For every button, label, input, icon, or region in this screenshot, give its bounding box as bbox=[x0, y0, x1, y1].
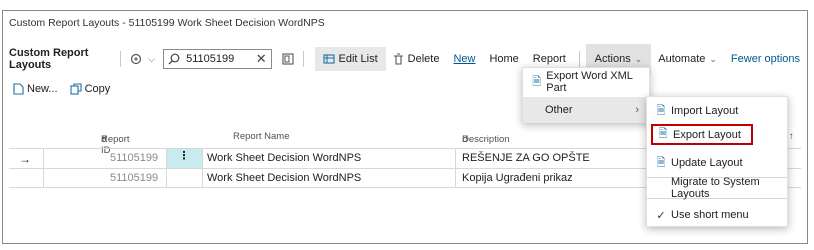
use-short-menu-item[interactable]: ✓ Use short menu bbox=[655, 207, 749, 223]
import-layout-menu-item[interactable]: 🗎 Import Layout bbox=[655, 103, 739, 119]
search-input[interactable]: 51105199 ✕ bbox=[163, 49, 272, 69]
report-name-cell: Work Sheet Decision WordNPS bbox=[207, 172, 362, 184]
chevron-down-icon: ⌄ bbox=[709, 53, 717, 64]
other-submenu: 🗎 Import Layout 🗎 Export Layout 🗎 Update… bbox=[646, 96, 788, 227]
new-document-icon bbox=[13, 83, 24, 95]
actions-label: Actions bbox=[594, 53, 631, 65]
copy-button[interactable]: Copy bbox=[70, 83, 111, 95]
separator bbox=[578, 51, 580, 67]
divider bbox=[455, 148, 456, 188]
action-bar: Custom Report Layouts ⌵ 51105199 ✕ Edit … bbox=[3, 44, 807, 74]
migrate-label: Migrate to System Layouts bbox=[671, 176, 760, 200]
report-id-cell: 51105199 bbox=[110, 172, 159, 184]
clear-search-icon[interactable]: ✕ bbox=[256, 51, 267, 67]
chevron-right-icon: › bbox=[635, 104, 639, 116]
delete-button[interactable]: Delete bbox=[386, 47, 447, 71]
search-value: 51105199 bbox=[186, 53, 235, 65]
trash-icon bbox=[393, 53, 403, 65]
actions-menu: 🗎 Export Word XML Part Other › bbox=[522, 67, 650, 123]
other-label: Other bbox=[545, 104, 573, 116]
separator bbox=[302, 51, 304, 67]
copy-label: Copy bbox=[84, 83, 111, 95]
update-document-icon: 🗎 bbox=[656, 156, 666, 169]
search-icon bbox=[168, 53, 180, 65]
migrate-to-system-layouts-menu-item[interactable]: Migrate to System Layouts bbox=[647, 176, 787, 200]
chevron-down-icon: ⌵ bbox=[148, 53, 156, 64]
filter-icon[interactable]: ⌵ bbox=[130, 53, 155, 65]
row-actions-button[interactable]: ⋮ bbox=[166, 149, 202, 168]
new-button[interactable]: New bbox=[446, 47, 482, 71]
fewer-options-button[interactable]: Fewer options bbox=[724, 47, 807, 71]
page-name: Custom Report Layouts bbox=[9, 47, 89, 71]
window-title: Custom Report Layouts - 51105199 Work Sh… bbox=[9, 17, 325, 29]
share-icon[interactable] bbox=[282, 53, 294, 65]
export-word-xml-part-label: Export Word XML Part bbox=[546, 70, 633, 94]
report-id-cell: 51105199 bbox=[110, 152, 159, 164]
page-frame: Custom Report Layouts - 51105199 Work Sh… bbox=[2, 10, 808, 244]
update-layout-label: Update Layout bbox=[671, 157, 743, 169]
checkmark-icon: ✓ bbox=[656, 209, 666, 222]
new-layout-label: New... bbox=[27, 83, 58, 95]
other-menu-item[interactable]: Other › bbox=[523, 97, 649, 123]
sort-icon[interactable]: ↑ bbox=[789, 131, 794, 142]
edit-list-icon bbox=[322, 54, 335, 64]
export-document-icon: 🗎 bbox=[658, 128, 668, 140]
copy-icon bbox=[70, 83, 82, 95]
description-cell: Kopija Ugrađeni prikaz bbox=[462, 172, 573, 184]
current-row-arrow-icon: → bbox=[19, 152, 31, 166]
new-layout-button[interactable]: New... bbox=[13, 83, 58, 95]
divider bbox=[43, 148, 44, 188]
separator bbox=[120, 51, 122, 67]
export-word-xml-part-menu-item[interactable]: 🗎 Export Word XML Part bbox=[531, 70, 649, 94]
import-document-icon: 🗎 bbox=[656, 104, 666, 117]
report-name-column-header[interactable]: Report Name bbox=[233, 131, 290, 142]
import-layout-label: Import Layout bbox=[671, 105, 739, 117]
description-cell: REŠENJE ZA GO OPŠTE bbox=[462, 152, 590, 164]
edit-list-button[interactable]: Edit List bbox=[314, 47, 386, 71]
sub-toolbar: New... Copy bbox=[13, 83, 122, 95]
export-layout-label: Export Layout bbox=[673, 128, 741, 141]
description-header-label: Description bbox=[462, 134, 510, 145]
chevron-down-icon: ⌄ bbox=[634, 53, 643, 64]
report-name-cell: Work Sheet Decision WordNPS bbox=[207, 152, 362, 164]
divider bbox=[202, 148, 203, 188]
export-document-icon: 🗎 bbox=[532, 75, 542, 88]
home-button[interactable]: Home bbox=[482, 47, 525, 71]
sort-ascending-icon: ↑ bbox=[101, 134, 106, 145]
edit-list-label: Edit List bbox=[338, 53, 378, 65]
automate-label: Automate bbox=[658, 53, 706, 65]
divider bbox=[166, 148, 167, 188]
delete-label: Delete bbox=[407, 53, 440, 65]
automate-button[interactable]: Automate ⌄ bbox=[651, 47, 724, 71]
update-layout-menu-item[interactable]: 🗎 Update Layout bbox=[655, 155, 743, 171]
export-layout-menu-item[interactable]: 🗎 Export Layout bbox=[651, 124, 753, 145]
use-short-menu-label: Use short menu bbox=[671, 209, 749, 221]
